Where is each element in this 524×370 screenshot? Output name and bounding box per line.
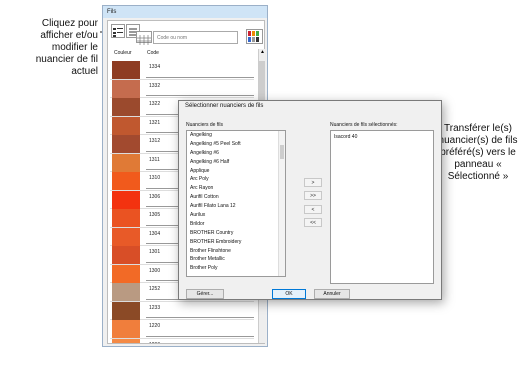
thread-code: 1306 xyxy=(149,193,161,200)
thread-color-swatch xyxy=(112,190,140,209)
thread-code: 1310 xyxy=(149,175,161,181)
thread-color-swatch xyxy=(112,116,140,135)
header-code: Code xyxy=(147,50,159,56)
thread-color-swatch xyxy=(112,338,140,343)
thread-row[interactable]: 1233 xyxy=(110,301,254,320)
available-chart-item[interactable]: Aurifil Cotton xyxy=(187,193,285,202)
thread-code: 1321 xyxy=(149,119,161,126)
available-chart-item[interactable]: Brother Flinshtone xyxy=(187,247,285,256)
thread-chart-grid-icon[interactable] xyxy=(136,31,152,45)
thread-divider xyxy=(146,95,254,96)
thread-code: 1200 xyxy=(149,342,160,344)
fils-panel-title: Fils xyxy=(103,6,267,18)
thread-code: 1332 xyxy=(149,82,161,89)
thread-color-swatch xyxy=(112,61,140,79)
ok-button[interactable]: OK xyxy=(272,289,306,299)
thread-code: 1311 xyxy=(149,156,160,163)
available-chart-item[interactable]: Brother Poly xyxy=(187,264,285,273)
available-chart-item[interactable]: Aurifil Filato Lana 12 xyxy=(187,202,285,211)
available-chart-item[interactable]: BROTHER Embroidery xyxy=(187,238,285,247)
column-headers: Couleur Code xyxy=(110,48,255,58)
thread-divider xyxy=(146,76,254,78)
thread-color-swatch xyxy=(112,98,140,116)
thread-code: 1300 xyxy=(149,267,161,274)
available-chart-item[interactable]: Aurilux xyxy=(187,211,285,220)
available-chart-item[interactable]: Angelking #5 Peel Soft xyxy=(187,140,285,149)
thread-color-swatch xyxy=(112,172,140,190)
thread-code: 1334 xyxy=(149,64,161,70)
thread-color-swatch xyxy=(112,320,140,338)
add-all-button[interactable]: >> xyxy=(304,191,322,200)
thread-code: 1305 xyxy=(149,212,161,218)
callout-right: Transférer le(s) nuancier(s) de fils pré… xyxy=(438,123,518,182)
dialog-title: Sélectionner nuanciers de fils xyxy=(185,103,264,109)
gerer-button[interactable]: Gérer... xyxy=(186,289,224,299)
available-chart-item[interactable]: Angelking #6 xyxy=(187,149,285,158)
selected-charts-list[interactable]: Isacord 40 xyxy=(330,130,434,284)
thread-color-swatch xyxy=(112,283,140,301)
available-chart-item[interactable]: Angelking xyxy=(187,131,285,140)
thread-code: 1252 xyxy=(149,286,161,292)
available-chart-item[interactable]: BROTHER Country xyxy=(187,229,285,238)
thread-row[interactable]: 1200 xyxy=(110,338,254,344)
thread-code: 1220 xyxy=(149,323,161,329)
select-thread-charts-dialog: Sélectionner nuanciers de fils Nuanciers… xyxy=(178,100,442,300)
thread-code: 1322 xyxy=(149,101,161,107)
available-chart-item[interactable]: Brother Metallic xyxy=(187,255,285,264)
selected-label: Nuanciers de fils sélectionnés: xyxy=(330,122,398,128)
header-couleur: Couleur xyxy=(114,50,132,56)
thread-color-swatch xyxy=(112,209,140,227)
available-chart-item[interactable]: Angelking #6 Half xyxy=(187,158,285,167)
available-chart-item[interactable]: Arc Poly xyxy=(187,175,285,184)
available-scroll-thumb[interactable] xyxy=(280,145,284,159)
available-scrollbar[interactable] xyxy=(278,131,285,276)
thread-code: 1233 xyxy=(149,304,161,311)
thread-code: 1312 xyxy=(149,138,161,144)
thread-code: 1301 xyxy=(149,249,161,255)
thread-color-swatch xyxy=(112,79,140,98)
remove-all-button[interactable]: << xyxy=(304,218,322,227)
annuler-button[interactable]: Annuler xyxy=(314,289,350,299)
scroll-up-icon[interactable]: ▲ xyxy=(260,49,265,55)
thread-color-swatch xyxy=(112,227,140,246)
search-input[interactable] xyxy=(153,31,238,44)
thread-divider xyxy=(146,335,254,337)
thread-row[interactable]: 1220 xyxy=(110,320,254,339)
add-button[interactable]: > xyxy=(304,178,322,187)
thread-color-swatch xyxy=(112,135,140,153)
thread-code: 1304 xyxy=(149,230,161,237)
thread-row[interactable]: 1334 xyxy=(110,61,254,80)
thread-color-swatch xyxy=(112,153,140,172)
available-chart-item[interactable]: Arc Rayon xyxy=(187,184,285,193)
available-chart-item[interactable]: Applique xyxy=(187,167,285,176)
remove-button[interactable]: < xyxy=(304,205,322,214)
available-label: Nuanciers de fils xyxy=(186,122,223,128)
thread-row[interactable]: 1332 xyxy=(110,79,254,98)
selected-chart-item[interactable]: Isacord 40 xyxy=(331,133,433,142)
available-chart-item[interactable]: Brildor xyxy=(187,220,285,229)
thread-color-swatch xyxy=(112,301,140,320)
list-view-icon[interactable] xyxy=(111,24,125,38)
thread-color-swatch xyxy=(112,246,140,264)
available-charts-list[interactable]: Angelking Angelking #5 Peel Soft Angelking… xyxy=(186,130,286,277)
thread-color-swatch xyxy=(112,264,140,283)
thread-chart-selector-icon[interactable] xyxy=(246,29,263,44)
thread-divider xyxy=(146,317,254,318)
